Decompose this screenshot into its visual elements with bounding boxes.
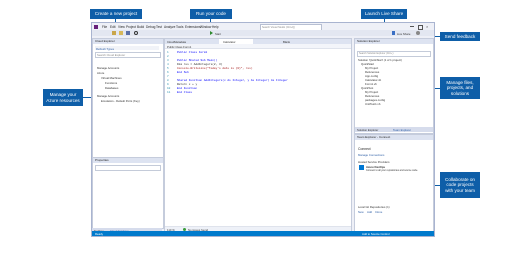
local-git-label: Local Git Repositories (1) [358, 205, 390, 209]
menu-analyze[interactable]: Analyze [164, 25, 175, 29]
solution-explorer-panel: Solution Explorer Search Solution Explor… [354, 38, 434, 134]
line-number: 9 [167, 83, 169, 86]
team-explorer-panel: Team Explorer - Connect Connect Manage C… [354, 134, 434, 233]
start-label[interactable]: Start [215, 32, 221, 36]
subscription-bar[interactable]: Refresh Types [95, 46, 159, 51]
code-line: Console.WriteLine("Today's date is {0}",… [177, 67, 253, 70]
callout-live-share: Launch Live Share [361, 9, 407, 19]
code-line: Dim res = AddIntegers(2, 3) [177, 63, 223, 66]
solution-search-placeholder: Search Solution Explorer (Ctrl+;) [359, 52, 394, 56]
callout-manage-accounts: Manage your Azure resources [43, 89, 83, 106]
cloud-tree-item[interactable]: Azure [97, 71, 104, 75]
cloud-tree-item[interactable]: Virtual Machines [101, 76, 122, 80]
menu-bar: File Edit View Project Build Debug Test … [92, 23, 434, 31]
callout-feedback: Send feedback [440, 32, 480, 41]
tab-solution-explorer[interactable]: Solution Explorer [357, 128, 378, 132]
code-line: End Sub [177, 71, 189, 74]
cloud-tree-item[interactable]: Functions [105, 81, 117, 85]
code-line: Public Class Form1 [177, 51, 208, 54]
add-repo-link[interactable]: Add [367, 210, 372, 214]
add-source-control[interactable]: Add to Source Control [362, 232, 390, 236]
team-explorer-title: Team Explorer - Connect [355, 135, 433, 140]
cloud-explorer-panel: Cloud Explorer Refresh Types Search Clou… [92, 38, 164, 158]
line-number: 1 [167, 51, 169, 54]
status-ready: Ready [95, 232, 104, 236]
callout-manage-files: Manage files, projects, and solutions [440, 77, 480, 99]
cloud-tree-item[interactable]: Emulators - Default Ports (Key) [101, 99, 140, 103]
line-number: 11 [167, 91, 171, 94]
cloud-search-placeholder: Search Cloud Explorer [97, 53, 126, 58]
properties-search[interactable] [95, 165, 161, 171]
properties-title: Properties [93, 158, 163, 163]
line-number: 2 [167, 55, 169, 58]
undo-icon[interactable] [134, 31, 138, 35]
code-line: Shared Function AddIntegers(x As Integer… [177, 79, 288, 82]
menu-window[interactable]: Window [200, 25, 211, 29]
maximize-icon[interactable] [418, 24, 423, 30]
callout-new-project: Create a new project [90, 9, 142, 19]
azure-devops-text: Connect to all your repositories and sou… [366, 169, 418, 172]
menu-debug[interactable]: Debug [146, 25, 155, 29]
azure-devops-icon [359, 165, 364, 170]
save-icon[interactable] [126, 31, 130, 35]
cloud-tree-item[interactable]: Databases [105, 86, 118, 90]
menu-file[interactable]: File [102, 25, 107, 29]
menu-edit[interactable]: Edit [110, 25, 116, 29]
menu-view[interactable]: View [118, 25, 125, 29]
code-area[interactable]: 1 Public Class Form1 2 3 Public Shared S… [165, 49, 351, 225]
manage-connections-link[interactable]: Manage Connections [358, 153, 384, 157]
new-repo-link[interactable]: New [358, 210, 364, 214]
live-share-icon[interactable] [392, 31, 395, 35]
code-line: Public Shared Sub Main() [177, 59, 218, 62]
close-icon[interactable]: × [426, 24, 428, 29]
live-share-label[interactable]: Live Share [397, 32, 410, 36]
cloud-explorer-title: Cloud Explorer [93, 39, 163, 44]
menu-extensions[interactable]: Extensions [185, 25, 201, 29]
solution-search-input[interactable]: Search Solution Explorer (Ctrl+;) [357, 51, 431, 57]
line-number: 8 [167, 79, 169, 82]
start-icon[interactable] [210, 31, 213, 35]
line-number: 6 [167, 71, 169, 74]
line-number: 7 [167, 75, 169, 78]
toolbar: Start Live Share [92, 30, 434, 36]
line-number: 4 [167, 63, 169, 66]
code-line: Return x + y [177, 83, 198, 86]
menu-project[interactable]: Project [126, 25, 136, 29]
code-line: End Class [177, 91, 193, 94]
status-bar: Ready Add to Source Control [92, 231, 434, 236]
menu-build[interactable]: Build [137, 25, 144, 29]
visual-studio-window: File Edit View Project Build Debug Test … [91, 22, 435, 237]
vs-logo-icon [94, 24, 98, 29]
tab-team-explorer[interactable]: Team Explorer [393, 128, 411, 132]
open-icon[interactable] [119, 31, 123, 35]
menu-help[interactable]: Help [212, 25, 219, 29]
class-dropdown[interactable]: Public Class Form1 [167, 45, 191, 49]
editor-panel: CloudMetadata Calculator Blank Public Cl… [164, 38, 352, 233]
properties-panel: Properties [92, 157, 164, 229]
menu-test[interactable]: Test [156, 25, 162, 29]
clone-repo-link[interactable]: Clone [375, 210, 382, 214]
cloud-search-input[interactable]: Search Cloud Explorer [95, 52, 161, 58]
hosted-providers-label: Hosted Service Providers [358, 160, 390, 164]
subscription-label[interactable]: Refresh Types [96, 47, 114, 51]
search-placeholder: Search Visual Studio (Ctrl+Q) [262, 25, 295, 29]
line-number: 5 [167, 67, 169, 70]
solution-explorer-title: Solution Explorer [355, 39, 433, 44]
line-number: 3 [167, 59, 169, 62]
team-connect-header: Connect [358, 147, 371, 151]
callout-collaborate: Collaborate on code projects with your t… [440, 172, 480, 198]
line-number: 10 [167, 87, 171, 90]
minimize-icon[interactable] [410, 26, 414, 27]
cloud-tree-item[interactable]: Manage Accounts [97, 94, 119, 98]
code-line: End Function [177, 87, 198, 90]
cloud-tree-item[interactable]: Manage Accounts [97, 66, 119, 70]
feedback-icon[interactable] [416, 31, 420, 35]
callout-run-code: Run your code [190, 9, 232, 19]
solution-tabs: Solution Explorer Team Explorer [355, 127, 433, 132]
solution-item[interactable]: UnitTest1.vb [365, 102, 380, 106]
new-project-icon[interactable] [112, 31, 116, 35]
menu-tools[interactable]: Tools [176, 25, 183, 29]
